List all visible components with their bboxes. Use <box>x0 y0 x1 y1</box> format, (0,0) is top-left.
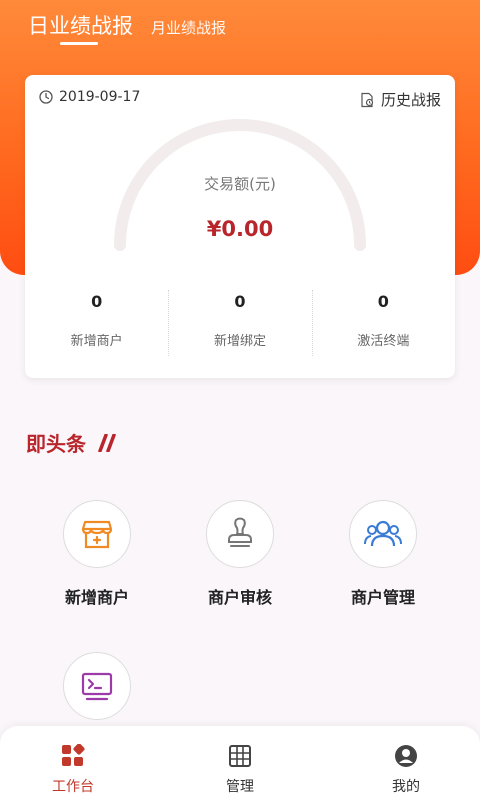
quick-action-label: 商户审核 <box>207 588 272 607</box>
summary-card: 2019-09-17 历史战报 交易额(元) ¥0.00 0 新增商户 0 新增… <box>25 75 455 378</box>
quick-action-label: 商户管理 <box>350 588 415 607</box>
quick-action-circle <box>206 500 274 568</box>
stats-row: 0 新增商户 0 新增绑定 0 激活终端 <box>25 288 455 356</box>
double-slash-icon <box>98 433 116 452</box>
bottom-navigation: 工作台 管理 我的 <box>0 726 480 800</box>
users-icon <box>364 520 402 547</box>
store-add-icon <box>81 520 113 549</box>
history-report-link[interactable]: 历史战报 <box>359 89 441 110</box>
history-document-icon <box>361 92 374 107</box>
quick-action-circle <box>63 652 131 720</box>
tab-monthly-report[interactable]: 月业绩战报 <box>151 17 226 40</box>
stat-value: 0 <box>234 292 246 311</box>
nav-item-management[interactable]: 管理 <box>200 744 280 796</box>
nav-label: 工作台 <box>52 779 94 795</box>
stat-label: 新增绑定 <box>213 334 266 349</box>
stat-new-merchants: 0 新增商户 <box>25 288 168 349</box>
stat-value: 0 <box>377 292 389 311</box>
date-text: 2019-09-17 <box>59 89 141 105</box>
section-title-text: 即头条 <box>26 432 86 456</box>
report-date: 2019-09-17 <box>39 89 140 105</box>
profile-icon <box>395 745 417 767</box>
history-label: 历史战报 <box>380 91 441 109</box>
amount-label: 交易额(元) <box>204 175 276 193</box>
report-tabs: 日业绩战报 月业绩战报 <box>28 10 226 40</box>
nav-label: 我的 <box>392 779 420 795</box>
quick-action-label: 新增商户 <box>64 588 129 607</box>
active-tab-indicator <box>60 42 98 45</box>
stamp-icon <box>228 517 252 547</box>
stat-new-bindings: 0 新增绑定 <box>168 288 311 356</box>
quick-action-circle <box>63 500 131 568</box>
amount-value: ¥0.00 <box>206 217 274 241</box>
stat-label: 新增商户 <box>70 334 123 349</box>
workbench-icon <box>62 744 85 766</box>
tab-daily-report[interactable]: 日业绩战报 <box>28 10 133 40</box>
clock-icon <box>39 90 53 104</box>
terminal-icon <box>81 672 113 701</box>
nav-item-profile[interactable]: 我的 <box>366 744 446 796</box>
grid-icon <box>229 745 251 767</box>
nav-label: 管理 <box>226 779 254 795</box>
stat-activated-terminals: 0 激活终端 <box>311 288 455 356</box>
quick-action-terminal[interactable] <box>37 652 157 736</box>
quick-action-merchant-management[interactable]: 商户管理 <box>323 500 443 608</box>
section-title: 即头条 <box>26 428 118 457</box>
nav-item-workbench[interactable]: 工作台 <box>33 744 113 796</box>
quick-action-circle <box>349 500 417 568</box>
quick-action-add-merchant[interactable]: 新增商户 <box>37 500 157 608</box>
stat-value: 0 <box>91 292 103 311</box>
stat-label: 激活终端 <box>357 334 410 349</box>
quick-action-merchant-review[interactable]: 商户审核 <box>180 500 300 608</box>
